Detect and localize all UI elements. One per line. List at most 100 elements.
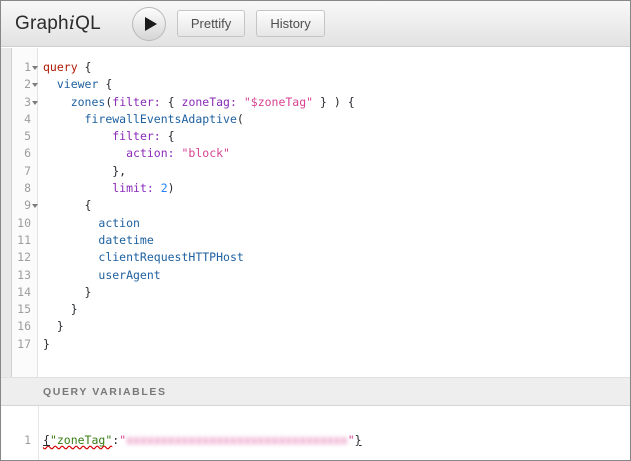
code-line[interactable]: 12 clientRequestHTTPHost <box>12 249 630 266</box>
code-token: } <box>43 319 64 333</box>
code-line-text[interactable]: { <box>39 197 91 214</box>
code-token: "block" <box>182 146 230 160</box>
code-token: filter: <box>112 129 160 143</box>
code-token: { <box>43 433 50 447</box>
fold-gutter <box>31 267 39 284</box>
code-line[interactable]: 9 { <box>12 197 630 214</box>
code-line-text[interactable]: userAgent <box>39 267 161 284</box>
code-line-text[interactable]: firewallEventsAdaptive( <box>39 111 244 128</box>
execute-button[interactable] <box>132 7 166 41</box>
query-variables-title[interactable]: QUERY VARIABLES <box>1 377 630 406</box>
code-line[interactable]: 1{"zoneTag":"xxxxxxxxxxxxxxxxxxxxxxxxxxx… <box>1 432 630 449</box>
line-number: 10 <box>12 215 31 232</box>
code-token: viewer <box>57 77 99 91</box>
code-line[interactable]: 17} <box>12 336 630 353</box>
code-line[interactable]: 14 } <box>12 284 630 301</box>
line-number: 11 <box>12 232 31 249</box>
code-token: 2 <box>161 181 168 195</box>
code-line-text[interactable]: viewer { <box>39 76 112 93</box>
code-token: { <box>78 60 92 74</box>
code-token <box>43 95 71 109</box>
code-line[interactable]: 8 limit: 2) <box>12 180 630 197</box>
graphiql-logo: GraphiQL <box>15 12 101 35</box>
query-editor[interactable]: 1query {2 viewer {3 zones(filter: { zone… <box>1 48 630 377</box>
code-line-text[interactable]: } <box>39 318 64 335</box>
toolbar: GraphiQL Prettify History <box>1 1 630 47</box>
code-line-text[interactable]: zones(filter: { zoneTag: "$zoneTag" } ) … <box>39 94 355 111</box>
fold-gutter <box>31 128 39 145</box>
fold-gutter <box>31 318 39 335</box>
code-line[interactable]: 10 action <box>12 215 630 232</box>
code-line[interactable]: 13 userAgent <box>12 267 630 284</box>
code-token: datetime <box>98 233 153 247</box>
code-token: "zoneTag" <box>50 433 112 447</box>
code-line[interactable]: 11 datetime <box>12 232 630 249</box>
code-line[interactable]: 5 filter: { <box>12 128 630 145</box>
code-token <box>43 146 126 160</box>
line-number: 7 <box>12 163 31 180</box>
fold-gutter <box>31 249 39 266</box>
line-number: 14 <box>12 284 31 301</box>
line-number: 13 <box>12 267 31 284</box>
code-token <box>175 146 182 160</box>
code-line-text[interactable]: } <box>39 284 91 301</box>
code-token <box>43 112 85 126</box>
code-line-text[interactable]: filter: { <box>39 128 175 145</box>
code-line[interactable]: 4 firewallEventsAdaptive( <box>12 111 630 128</box>
fold-arrow-icon[interactable] <box>31 197 39 214</box>
graphiql-window: GraphiQL Prettify History 1query {2 view… <box>0 0 631 461</box>
line-number: 17 <box>12 336 31 353</box>
fold-gutter <box>31 232 39 249</box>
code-token: "$zoneTag" <box>244 95 313 109</box>
code-line[interactable]: 16 } <box>12 318 630 335</box>
code-line-text[interactable]: }, <box>39 163 126 180</box>
code-line-text[interactable]: action <box>39 215 140 232</box>
fold-arrow-icon[interactable] <box>31 76 39 93</box>
code-line-text[interactable]: datetime <box>39 232 154 249</box>
line-number: 2 <box>12 76 31 93</box>
fold-gutter <box>31 163 39 180</box>
fold-arrow-icon[interactable] <box>31 94 39 111</box>
code-line[interactable]: 7 }, <box>12 163 630 180</box>
query-code[interactable]: 1query {2 viewer {3 zones(filter: { zone… <box>12 48 630 353</box>
line-number: 3 <box>12 94 31 111</box>
fold-gutter <box>31 180 39 197</box>
code-token <box>237 95 244 109</box>
code-line-text[interactable]: } <box>39 336 50 353</box>
fold-gutter <box>31 111 39 128</box>
line-number: 8 <box>12 180 31 197</box>
code-token: limit: <box>112 181 154 195</box>
code-token: action: <box>126 146 174 160</box>
code-token <box>43 181 112 195</box>
line-number: 6 <box>12 145 31 162</box>
play-icon <box>145 17 157 31</box>
code-token: }, <box>43 164 126 178</box>
variables-code[interactable]: 1{"zoneTag":"xxxxxxxxxxxxxxxxxxxxxxxxxxx… <box>1 406 630 449</box>
code-token: { <box>161 129 175 143</box>
code-line-text[interactable]: query { <box>39 59 91 76</box>
history-button[interactable]: History <box>256 10 324 37</box>
variables-editor[interactable]: 1{"zoneTag":"xxxxxxxxxxxxxxxxxxxxxxxxxxx… <box>1 406 630 460</box>
code-token: { <box>98 77 112 91</box>
prettify-button[interactable]: Prettify <box>177 10 245 37</box>
fold-arrow-icon[interactable] <box>31 59 39 76</box>
code-token: zones <box>71 95 106 109</box>
code-line-text[interactable]: limit: 2) <box>39 180 175 197</box>
code-line[interactable]: 2 viewer { <box>12 76 630 93</box>
code-line-text[interactable]: {"zoneTag":"xxxxxxxxxxxxxxxxxxxxxxxxxxxx… <box>39 432 362 449</box>
line-number: 16 <box>12 318 31 335</box>
code-line-text[interactable]: action: "block" <box>39 145 230 162</box>
code-token: { <box>43 198 91 212</box>
code-line[interactable]: 15 } <box>12 301 630 318</box>
code-line[interactable]: 3 zones(filter: { zoneTag: "$zoneTag" } … <box>12 94 630 111</box>
code-line[interactable]: 6 action: "block" <box>12 145 630 162</box>
line-number: 1 <box>12 59 31 76</box>
code-line-text[interactable]: } <box>39 301 78 318</box>
code-token: } <box>355 433 362 447</box>
fold-gutter <box>31 432 39 449</box>
code-line[interactable]: 1 query { <box>12 59 630 76</box>
code-line-text[interactable]: clientRequestHTTPHost <box>39 249 244 266</box>
code-token <box>43 250 98 264</box>
code-token <box>43 268 98 282</box>
editor-left-strip <box>1 48 12 377</box>
